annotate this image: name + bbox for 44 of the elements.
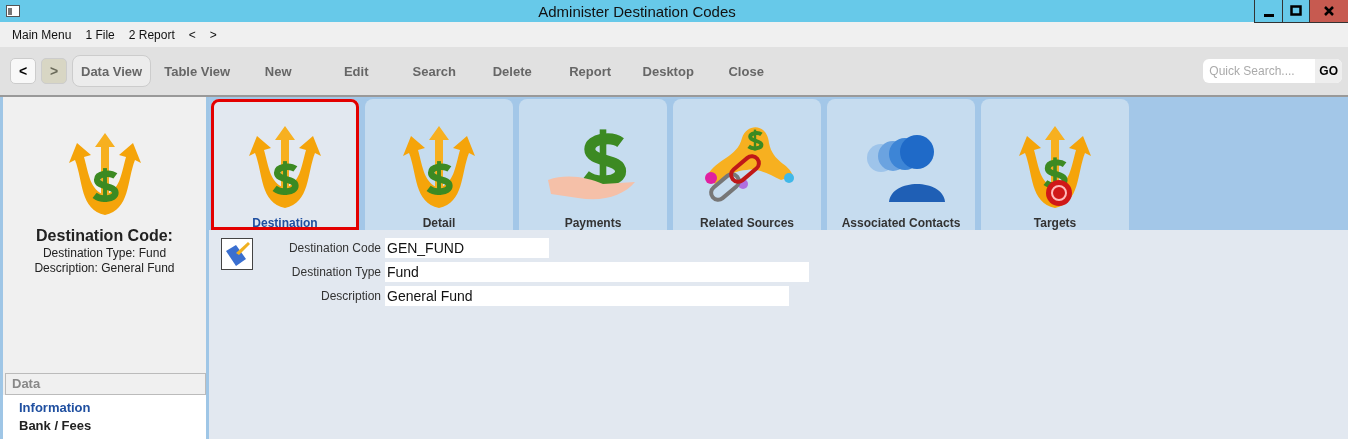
tab[interactable]: Associated Contacts xyxy=(827,99,975,230)
close-icon xyxy=(1323,5,1335,17)
menu-item[interactable]: Main Menu xyxy=(12,27,72,42)
window-title: Administer Destination Codes xyxy=(537,2,737,20)
menu-item[interactable]: > xyxy=(209,27,217,42)
text-field[interactable]: General Fund xyxy=(385,286,789,306)
toolbar-button[interactable]: Search xyxy=(395,55,474,87)
sidebar-header: Data xyxy=(5,373,206,395)
tab[interactable]: Detail xyxy=(365,99,513,230)
toolbar-button[interactable]: Report xyxy=(551,55,630,87)
toolbar-button[interactable]: Delete xyxy=(473,55,552,87)
menu-item[interactable]: 1 File xyxy=(85,27,115,42)
summary-title: Destination Code: xyxy=(36,227,173,245)
app-icon xyxy=(6,5,20,17)
toolbar-button[interactable]: Close xyxy=(707,55,786,87)
tab[interactable]: Related Sources xyxy=(673,99,821,230)
toolbar-button[interactable]: Desktop xyxy=(629,55,708,87)
field-label: Description xyxy=(319,289,381,303)
tab[interactable]: Targets xyxy=(981,99,1129,230)
quick-search-field[interactable]: Quick Search.... GO xyxy=(1203,59,1342,83)
tab[interactable]: Destination xyxy=(211,99,359,230)
summary-line: Destination Type: Fund xyxy=(42,246,167,260)
nav-button[interactable]: < xyxy=(10,58,36,84)
field-label: Destination Type xyxy=(290,265,381,279)
toolbar-button[interactable]: Edit xyxy=(317,55,396,87)
maximize-icon xyxy=(1290,5,1302,17)
menu-item[interactable]: < xyxy=(188,27,196,42)
tab[interactable]: Payments xyxy=(519,99,667,230)
minimize-button[interactable] xyxy=(1254,0,1282,23)
close-button[interactable] xyxy=(1309,0,1348,23)
edit-icon[interactable] xyxy=(221,238,253,270)
sidebar-item[interactable]: Information xyxy=(19,399,206,417)
sidebar-item[interactable]: Bank / Fees xyxy=(19,417,206,435)
toolbar-button[interactable]: Table View xyxy=(155,55,240,87)
summary-line: Description: General Fund xyxy=(34,261,175,275)
go-button[interactable]: GO xyxy=(1315,59,1342,83)
text-field[interactable]: Fund xyxy=(385,262,809,282)
maximize-button[interactable] xyxy=(1282,0,1309,23)
field-label: Destination Code xyxy=(287,241,381,255)
menu-item[interactable]: 2 Report xyxy=(128,27,175,42)
toolbar-button[interactable]: Data View xyxy=(72,55,152,87)
toolbar-button[interactable]: New xyxy=(239,55,318,87)
text-field[interactable]: GEN_FUND xyxy=(385,238,549,258)
minimize-icon xyxy=(1263,13,1274,17)
